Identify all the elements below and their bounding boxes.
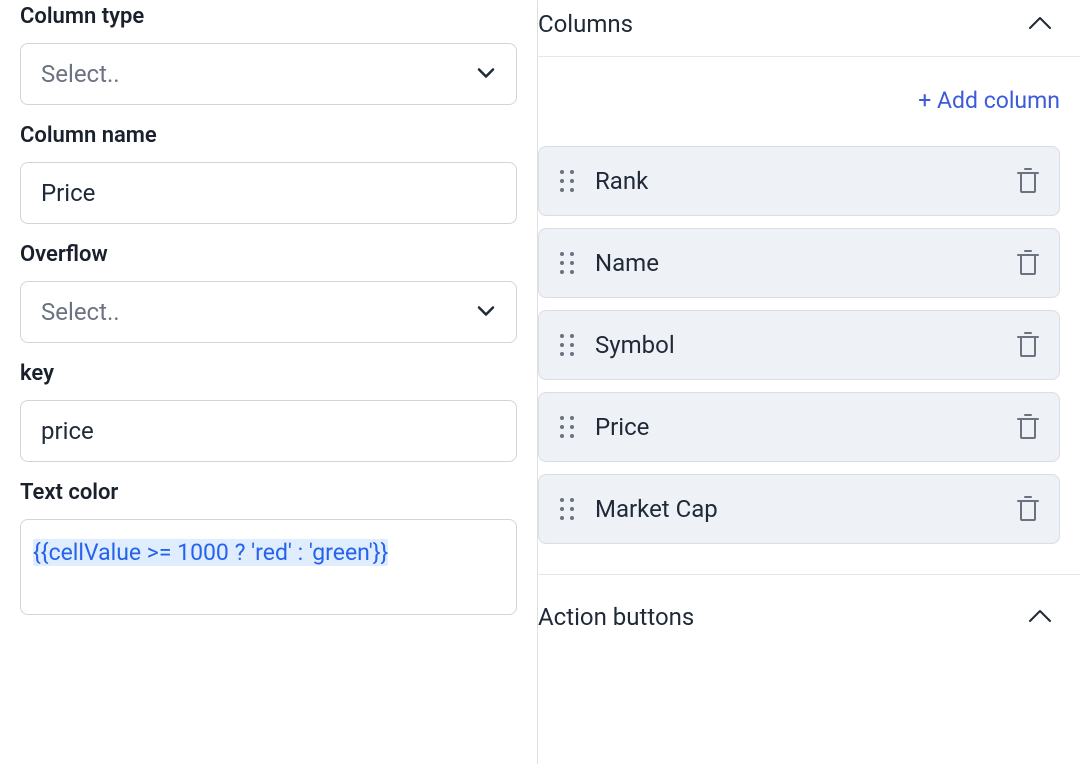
collapse-icon[interactable] — [1028, 608, 1052, 627]
delete-icon[interactable] — [1017, 250, 1039, 276]
key-label: key — [20, 361, 517, 386]
add-column-link[interactable]: + Add column — [918, 87, 1060, 114]
actions-section-title: Action buttons — [538, 603, 694, 631]
column-item-name: Rank — [595, 167, 1017, 195]
column-item-name: Market Cap — [595, 495, 1017, 523]
delete-icon[interactable] — [1017, 496, 1039, 522]
drag-handle-icon[interactable] — [559, 496, 575, 522]
column-type-select[interactable]: Select.. — [20, 43, 517, 105]
column-item[interactable]: Symbol — [538, 310, 1060, 380]
drag-handle-icon[interactable] — [559, 332, 575, 358]
drag-handle-icon[interactable] — [559, 414, 575, 440]
drag-handle-icon[interactable] — [559, 250, 575, 276]
column-type-label: Column type — [20, 4, 517, 29]
key-input[interactable] — [20, 400, 517, 462]
column-item[interactable]: Rank — [538, 146, 1060, 216]
column-name-input[interactable] — [20, 162, 517, 224]
delete-icon[interactable] — [1017, 168, 1039, 194]
column-name-label: Column name — [20, 123, 517, 148]
drag-handle-icon[interactable] — [559, 168, 575, 194]
column-item-name: Price — [595, 413, 1017, 441]
collapse-icon[interactable] — [1028, 15, 1052, 34]
delete-icon[interactable] — [1017, 332, 1039, 358]
column-item[interactable]: Name — [538, 228, 1060, 298]
overflow-label: Overflow — [20, 242, 517, 267]
column-item[interactable]: Price — [538, 392, 1060, 462]
code-expression: {{cellValue >= 1000 ? 'red' : 'green'}} — [33, 539, 388, 566]
column-item-name: Name — [595, 249, 1017, 277]
columns-section-title: Columns — [538, 10, 633, 38]
overflow-select[interactable]: Select.. — [20, 281, 517, 343]
delete-icon[interactable] — [1017, 414, 1039, 440]
column-item-name: Symbol — [595, 331, 1017, 359]
text-color-label: Text color — [20, 480, 517, 505]
text-color-input[interactable]: {{cellValue >= 1000 ? 'red' : 'green'}} — [20, 519, 517, 615]
column-item[interactable]: Market Cap — [538, 474, 1060, 544]
